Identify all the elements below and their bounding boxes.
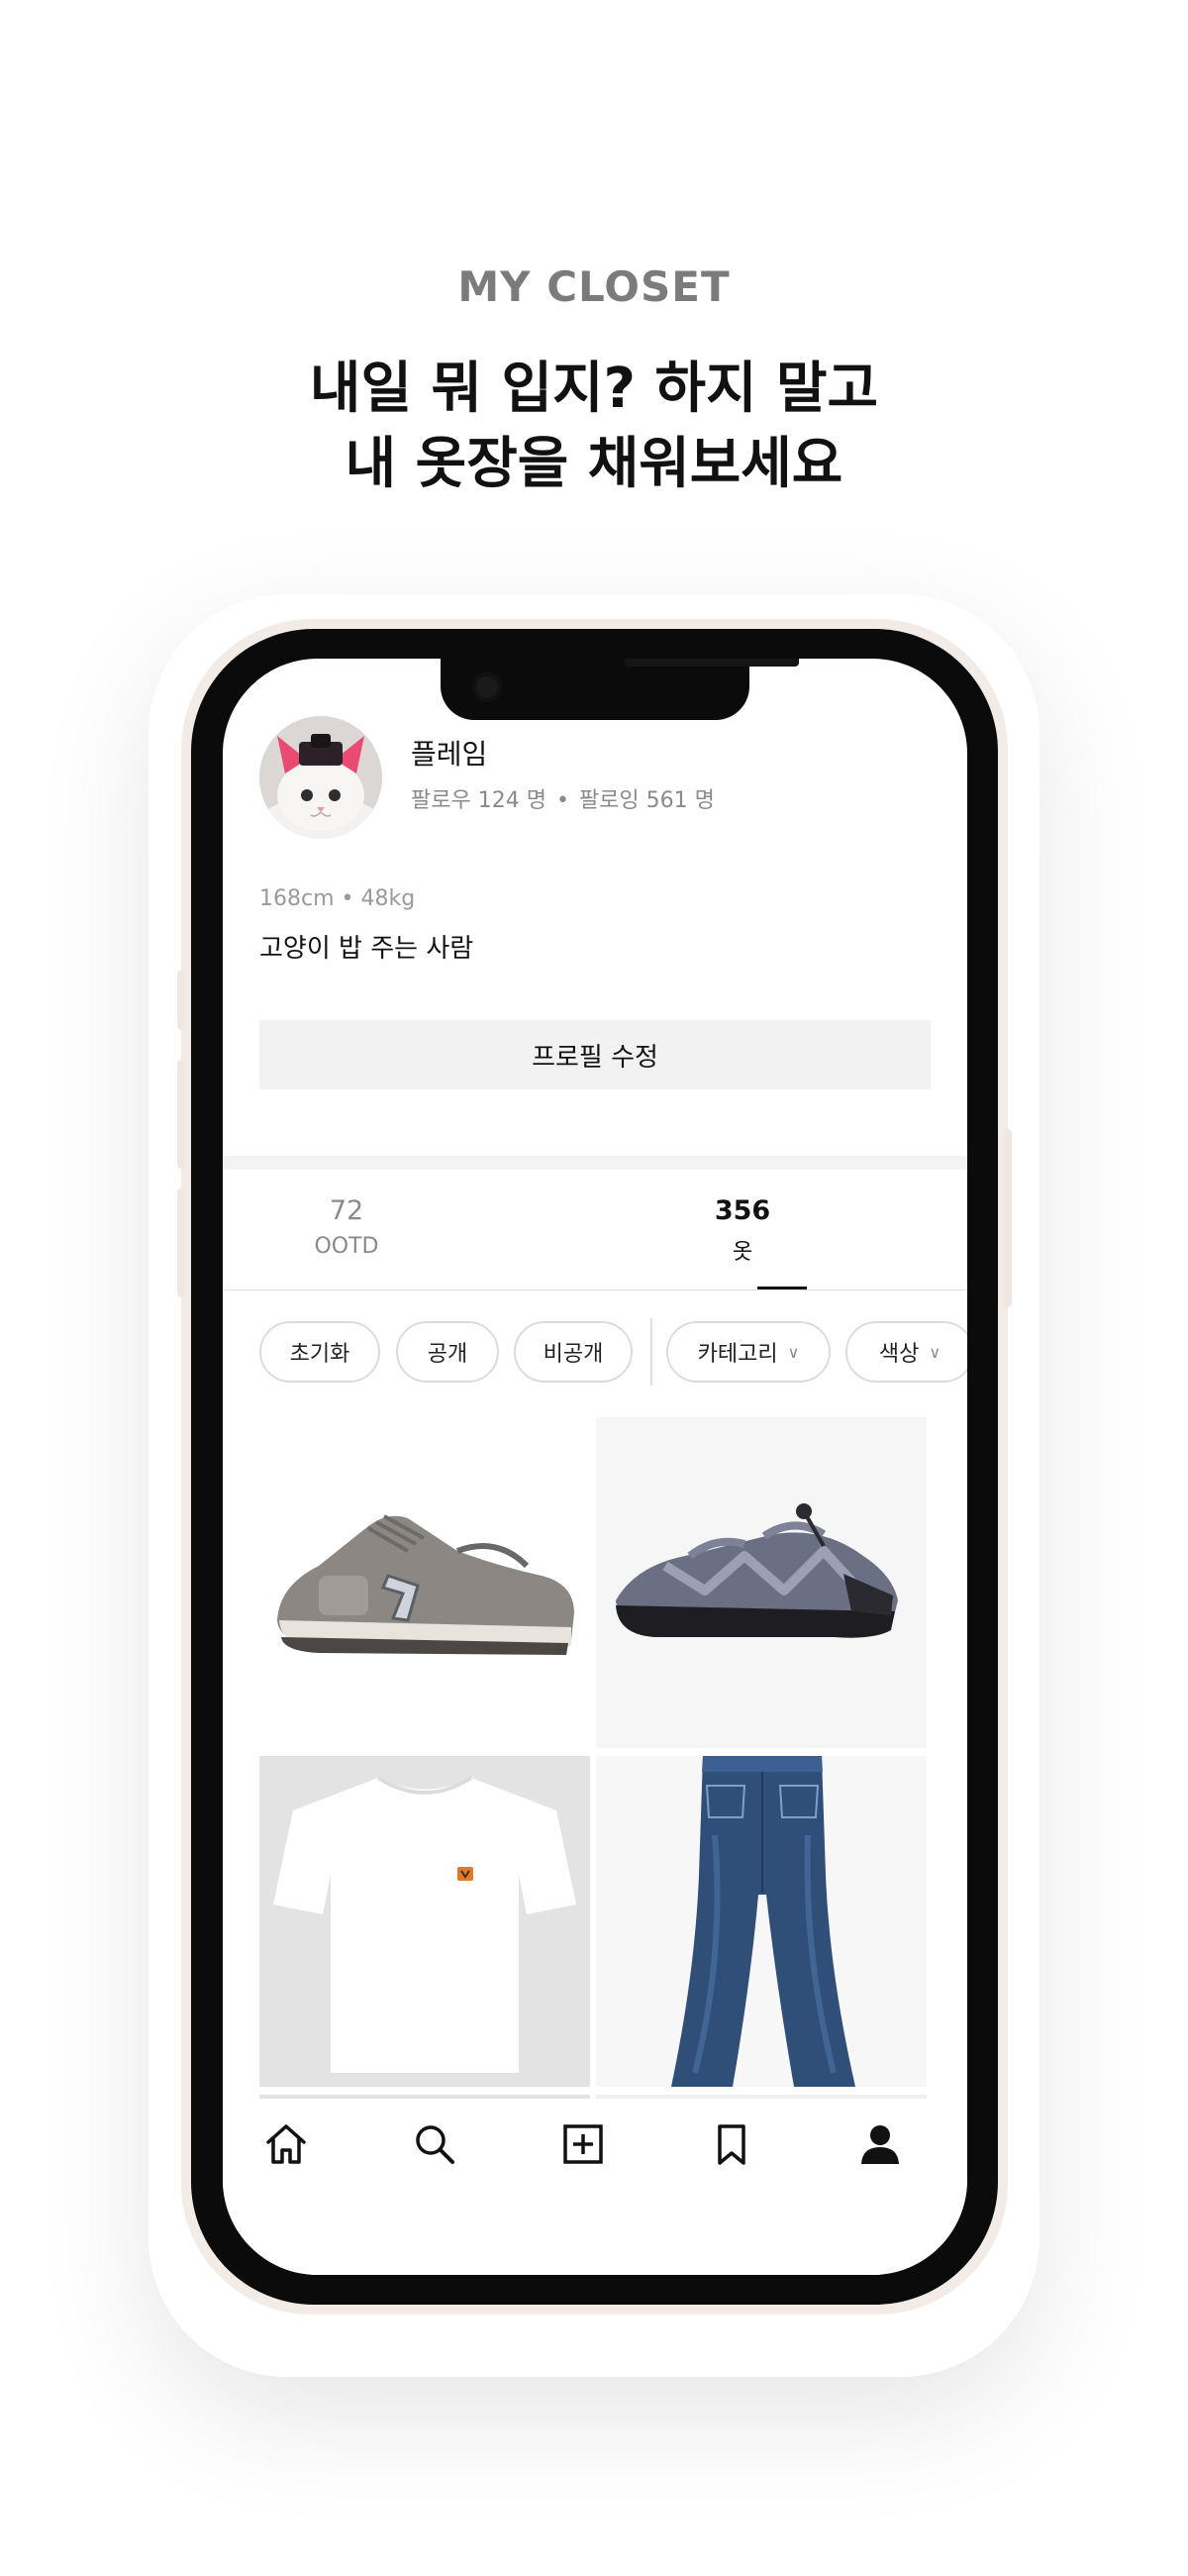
bookmark-icon[interactable]	[708, 2120, 755, 2168]
promo-title: 내일 뭐 입지? 하지 말고 내 옷장을 채워보세요	[0, 352, 1188, 502]
filter-private-chip[interactable]: 비공개	[514, 1321, 633, 1383]
tab-ootd-label: OOTD	[314, 1234, 379, 1259]
tab-clothes-count: 356	[714, 1195, 771, 1226]
filter-public-chip[interactable]: 공개	[396, 1321, 499, 1383]
profile-icon[interactable]	[856, 2120, 904, 2168]
tabs-border	[223, 1289, 967, 1290]
profile-bio: 고양이 밥 주는 사람	[259, 934, 474, 964]
front-camera	[472, 672, 502, 702]
filter-separator	[650, 1318, 652, 1386]
sneaker-image	[259, 1417, 590, 1748]
tab-clothes-label: 옷	[732, 1240, 753, 1265]
filter-public-label: 공개	[427, 1342, 468, 1367]
filter-private-label: 비공개	[543, 1342, 604, 1367]
add-icon[interactable]	[559, 2120, 607, 2168]
search-icon[interactable]	[411, 2120, 458, 2168]
avatar[interactable]	[259, 716, 382, 839]
grid-item-jeans[interactable]	[596, 1756, 927, 2087]
phone-side-button	[177, 1188, 185, 1297]
filter-category-dropdown[interactable]: 카테고리 ∨	[666, 1321, 831, 1383]
tab-ootd-count: 72	[329, 1195, 364, 1226]
promo-eyebrow: MY CLOSET	[457, 262, 731, 311]
following-count[interactable]: 팔로잉 561 명	[579, 782, 715, 814]
body-info: 168cm • 48kg	[259, 886, 416, 911]
avatar-image	[259, 716, 382, 839]
tab-clothes[interactable]: 356 옷	[658, 1195, 827, 1266]
promo-title-line-1: 내일 뭐 입지? 하지 말고	[309, 357, 879, 421]
grid-item-sandal[interactable]	[596, 1417, 927, 1748]
sandal-image	[596, 1417, 927, 1748]
phone-notch	[441, 659, 799, 720]
filter-category-label: 카테고리	[697, 1342, 778, 1367]
phone-side-button	[1004, 1129, 1012, 1307]
grid-item-tshirt[interactable]	[259, 1756, 590, 2087]
filter-color-dropdown[interactable]: 색상 ∨	[845, 1321, 967, 1383]
followers-count[interactable]: 팔로우 124 명	[411, 782, 546, 814]
follow-stats: 팔로우 124 명 • 팔로잉 561 명	[411, 782, 715, 814]
earpiece	[625, 659, 799, 667]
chevron-down-icon: ∨	[787, 1342, 800, 1362]
bottom-navigation	[223, 2099, 967, 2275]
app-screen: 플레임 팔로우 124 명 • 팔로잉 561 명 168cm • 48kg 고양이…	[223, 659, 967, 2275]
filter-color-label: 색상	[878, 1342, 920, 1367]
promo-title-line-2: 내 옷장을 채워보세요	[345, 432, 843, 496]
phone-side-button	[177, 971, 185, 1030]
profile-nickname: 플레임	[411, 738, 488, 771]
filter-reset-chip[interactable]: 초기화	[259, 1321, 380, 1383]
separator-dot: •	[555, 788, 569, 813]
home-icon[interactable]	[262, 2120, 310, 2168]
grid-item-sneaker[interactable]	[259, 1417, 590, 1748]
tshirt-image	[259, 1756, 590, 2087]
filter-reset-label: 초기화	[289, 1342, 350, 1367]
edit-profile-button[interactable]: 프로필 수정	[259, 1020, 931, 1089]
phone-side-button	[177, 1060, 185, 1169]
section-divider	[223, 1156, 967, 1170]
chevron-down-icon: ∨	[929, 1342, 941, 1362]
jeans-image	[596, 1756, 927, 2087]
tab-ootd[interactable]: 72 OOTD	[223, 1195, 470, 1259]
